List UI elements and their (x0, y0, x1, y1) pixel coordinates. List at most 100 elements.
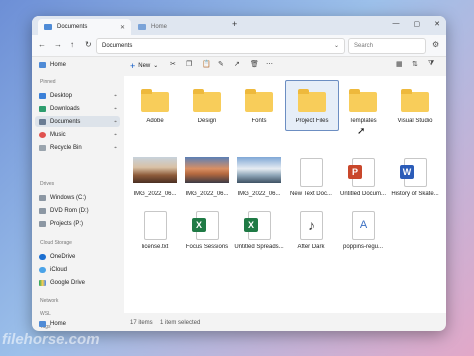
pin-icon: ⌖ (114, 92, 117, 99)
grid-item[interactable]: Design (181, 81, 233, 130)
grid-item[interactable]: X Untitled Spreads... (233, 207, 285, 256)
text-file-icon (300, 158, 323, 187)
sidebar-item-label: Windows (C:) (50, 194, 87, 201)
home-icon (39, 61, 46, 68)
path-text: Documents (102, 43, 133, 49)
grid-item[interactable]: New Text Doc... (285, 154, 337, 203)
sidebar-item-label: Projects (P:) (50, 220, 84, 227)
maximize-icon[interactable]: ▢ (414, 20, 421, 28)
dvd-drive-icon (39, 207, 46, 214)
onedrive-icon (39, 253, 46, 260)
music-file-icon: ♪ (300, 211, 323, 240)
gear-icon[interactable]: ⚙ (432, 40, 439, 49)
more-options-icon[interactable]: ⋯ (266, 60, 273, 68)
grid-item[interactable]: Visual Studio (389, 81, 441, 130)
sidebar-item-projects-p[interactable]: Projects (P:) (35, 218, 120, 229)
close-icon[interactable]: ✕ (434, 20, 440, 28)
photo-thumbnail (133, 157, 177, 183)
sidebar-item-recycle-bin[interactable]: Recycle Bin ⌖ (35, 142, 120, 153)
chevron-down-icon[interactable]: ⌄ (329, 39, 339, 53)
rename-icon[interactable]: ✎ (218, 60, 224, 68)
tab-documents[interactable]: Documents ✕ (38, 19, 131, 35)
network-section-header[interactable]: Network (40, 298, 58, 304)
search-input[interactable]: Search (348, 38, 426, 54)
folder-icon (298, 89, 326, 112)
sidebar-item-icloud[interactable]: iCloud (35, 264, 120, 275)
sidebar-item-dvd-rom-d[interactable]: DVD Rom (D:) (35, 205, 120, 216)
grid-item[interactable]: P Untitled Docum... (337, 154, 389, 203)
excel-file-icon: X (192, 211, 219, 240)
grid-item[interactable]: W History of Skate... (389, 154, 441, 203)
sidebar-item-label: Google Drive (50, 279, 86, 286)
text-file-icon (144, 211, 167, 240)
up-arrow-icon[interactable]: ↑ (70, 40, 74, 49)
new-button[interactable]: + New ⌄ (130, 59, 158, 72)
new-tab-button[interactable]: + (232, 19, 237, 29)
grid-item[interactable]: IMG_2022_06... (181, 154, 233, 203)
folder-icon (44, 24, 52, 30)
filter-icon[interactable]: ⧩ (428, 60, 434, 68)
excel-file-icon: X (244, 211, 271, 240)
sidebar-item-documents[interactable]: Documents ⌖ (35, 116, 120, 127)
grid-item[interactable]: ♪ After Dark (285, 207, 337, 256)
share-icon[interactable]: ↗ (234, 60, 240, 68)
item-label: IMG_2022_06... (133, 191, 177, 197)
sidebar: Home Pinned Desktop ⌖ Downloads ⌖ Docume… (32, 56, 123, 331)
window-controls: — ▢ ✕ (393, 20, 441, 28)
grid-item[interactable]: license.txt (129, 207, 181, 256)
delete-icon[interactable]: 🗑 (250, 60, 259, 68)
title-bar: Documents ✕ Home + — ▢ ✕ (32, 16, 446, 35)
excel-icon: X (192, 218, 206, 232)
grid-item[interactable]: Adobe (129, 81, 181, 130)
refresh-icon[interactable]: ↻ (85, 40, 92, 49)
sidebar-item-windows-c[interactable]: Windows (C:) (35, 192, 120, 203)
cut-icon[interactable]: ✂ (170, 60, 176, 68)
item-label: Project Files (295, 118, 329, 124)
item-label: Design (197, 118, 217, 124)
search-placeholder: Search (354, 43, 374, 49)
selection-count: 1 item selected (160, 320, 201, 326)
grid-item[interactable]: X Focus Sessions (181, 207, 233, 256)
close-tab-icon[interactable]: ✕ (120, 24, 125, 31)
item-label: IMG_2022_06... (237, 191, 281, 197)
grid-item[interactable]: A poppins-regu... (337, 207, 389, 256)
item-label: Untitled Spreads... (234, 244, 284, 250)
sidebar-item-home[interactable]: Home (35, 59, 120, 70)
item-label: New Text Doc... (290, 191, 332, 197)
status-bar: 17 items 1 item selected (124, 316, 446, 331)
sidebar-item-downloads[interactable]: Downloads ⌖ (35, 103, 120, 114)
grid-item[interactable]: Fonts (233, 81, 285, 130)
cloud-storage-section-header: Cloud Storage (40, 240, 72, 246)
item-label: poppins-regu... (342, 244, 384, 250)
sort-icon[interactable]: ⇅ (412, 60, 418, 68)
tab-home[interactable]: Home (132, 19, 219, 35)
grid-item[interactable]: Templates (337, 81, 389, 130)
sidebar-item-desktop[interactable]: Desktop ⌖ (35, 90, 120, 101)
grid-item[interactable]: IMG_2022_06... (233, 154, 285, 203)
pin-icon: ⌖ (114, 118, 117, 125)
wsl-section-header[interactable]: WSL (40, 311, 51, 317)
paste-icon[interactable]: 📋 (202, 60, 211, 68)
address-bar: ← → ↑ ↻ Documents ⌄ Search ⚙ (32, 35, 446, 57)
music-icon (39, 131, 46, 138)
new-button-label: New (138, 62, 151, 69)
sidebar-item-onedrive[interactable]: OneDrive (35, 251, 120, 262)
path-input[interactable]: Documents ⌄ (96, 38, 345, 54)
back-arrow-icon[interactable]: ← (38, 40, 46, 49)
pin-icon: ⌖ (114, 131, 117, 138)
sidebar-item-label: Music (50, 131, 66, 138)
layout-icon[interactable]: ▦ (396, 60, 403, 68)
sidebar-item-google-drive[interactable]: Google Drive (35, 277, 120, 288)
folder-icon (193, 89, 221, 112)
forward-arrow-icon[interactable]: → (54, 40, 62, 49)
grid-item-selected[interactable]: Project Files (285, 80, 339, 131)
item-label: license.txt (141, 244, 169, 250)
sidebar-item-music[interactable]: Music ⌖ (35, 129, 120, 140)
desktop-icon (39, 92, 46, 99)
pin-icon: ⌖ (114, 105, 117, 112)
recycle-bin-icon (39, 144, 46, 151)
minimize-icon[interactable]: — (393, 20, 400, 28)
sidebar-item-home-bottom[interactable]: Home (35, 318, 120, 329)
copy-icon[interactable]: ❐ (186, 60, 192, 68)
grid-item[interactable]: IMG_2022_06... (129, 154, 181, 203)
